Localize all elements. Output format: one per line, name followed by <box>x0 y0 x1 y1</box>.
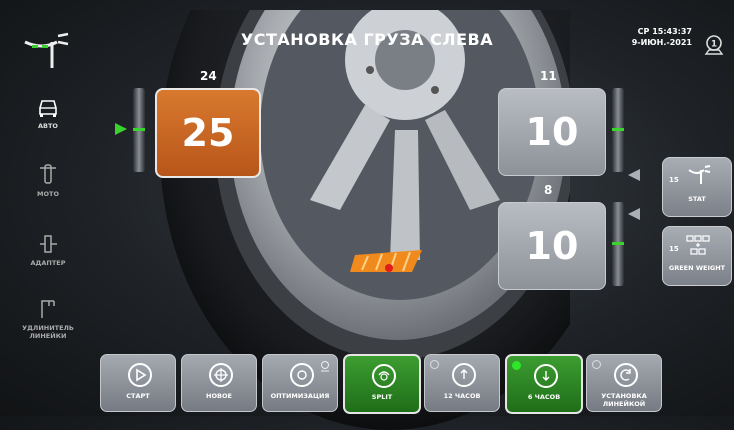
clock-12-icon <box>452 363 476 387</box>
balancer-logo-icon <box>24 32 69 68</box>
ruler-mount-icon <box>614 363 638 387</box>
right-top-weight-display: 10 <box>498 88 606 176</box>
6-oclock-button[interactable]: 6 ЧАСОВ <box>505 354 583 414</box>
status-dot <box>592 360 601 369</box>
weight-blocks-icon <box>686 235 710 255</box>
sidebar-item-auto[interactable]: АВТО <box>22 96 74 130</box>
optimization-label: ОПТИМИЗАЦИЯ <box>270 392 330 400</box>
sidebar-item-label: АДАПТЕР <box>30 259 66 267</box>
split-label: SPLIT <box>371 393 393 401</box>
stat-badge: 15 <box>669 176 679 184</box>
sidebar-item-ruler-extension[interactable]: УДЛИНИТЕЛЬ ЛИНЕЙКИ <box>22 298 74 340</box>
status-dot <box>430 360 439 369</box>
sidebar-item-moto[interactable]: МОТО <box>22 162 74 198</box>
sidebar-item-adapter[interactable]: АДАПТЕР <box>22 233 74 267</box>
clock-time: СР 15:43:37 <box>637 27 692 36</box>
clock-date: 9-ИЮН.-2021 <box>631 38 692 47</box>
right-top-pointer-arrow-icon <box>628 169 640 181</box>
operator-icon[interactable]: 1 <box>702 32 726 56</box>
date-time: СР 15:43:37 9-ИЮН.-2021 <box>632 26 692 48</box>
right-bottom-weight-display: 10 <box>498 202 606 290</box>
left-pointer-arrow-icon <box>115 123 127 135</box>
right-top-meter <box>612 88 624 172</box>
ruler-mount-label: УСТАНОВКА ЛИНЕЙКОЙ <box>601 392 647 408</box>
left-weight-display: 25 <box>155 88 261 178</box>
left-plane-meter <box>133 88 145 172</box>
sidebar-item-label-line2: ЛИНЕЙКИ <box>29 332 67 340</box>
wheel-icon <box>209 363 233 387</box>
new-button[interactable]: НОВОЕ <box>181 354 257 412</box>
stat-icon <box>688 165 711 184</box>
right-bottom-meter <box>612 202 624 286</box>
start-button[interactable]: СТАРТ <box>100 354 176 412</box>
motorcycle-icon <box>40 164 56 184</box>
left-position-value: 24 <box>200 69 217 83</box>
stat-button[interactable]: 15 STAT <box>662 157 732 217</box>
ruler-extension-icon <box>41 300 55 318</box>
start-label: СТАРТ <box>126 392 150 400</box>
ruler-mount-button[interactable]: УСТАНОВКА ЛИНЕЙКОЙ <box>586 354 662 412</box>
clock-6-icon <box>534 364 558 388</box>
right-bottom-pointer-arrow-icon <box>628 208 640 220</box>
green-weight-label: GREEN WEIGHT <box>668 264 726 272</box>
page-title: УСТАНОВКА ГРУЗА СЛЕВА <box>240 30 494 49</box>
optimization-icon <box>290 363 314 387</box>
sidebar-item-label: АВТО <box>38 122 58 130</box>
operator-small-icon <box>321 361 329 372</box>
green-weight-badge: 15 <box>669 245 679 253</box>
split-icon <box>372 364 396 388</box>
6-oclock-label: 6 ЧАСОВ <box>527 393 561 401</box>
play-icon <box>128 363 152 387</box>
optimization-button[interactable]: ОПТИМИЗАЦИЯ <box>262 354 338 412</box>
new-label: НОВОЕ <box>206 392 232 400</box>
right-bottom-position-value: 8 <box>544 183 553 197</box>
right-top-position-value: 11 <box>540 69 557 83</box>
status-dot-active <box>512 361 521 370</box>
sidebar-item-label: МОТО <box>37 190 59 198</box>
adapter-icon <box>40 235 57 253</box>
svg-text:1: 1 <box>711 40 717 50</box>
split-button[interactable]: SPLIT <box>343 354 421 414</box>
stat-label: STAT <box>688 195 706 203</box>
12-oclock-label: 12 ЧАСОВ <box>443 392 481 400</box>
sidebar-item-label: УДЛИНИТЕЛЬ <box>22 324 74 332</box>
car-icon <box>39 100 57 117</box>
green-weight-button[interactable]: 15 GREEN WEIGHT <box>662 226 732 286</box>
12-oclock-button[interactable]: 12 ЧАСОВ <box>424 354 500 412</box>
